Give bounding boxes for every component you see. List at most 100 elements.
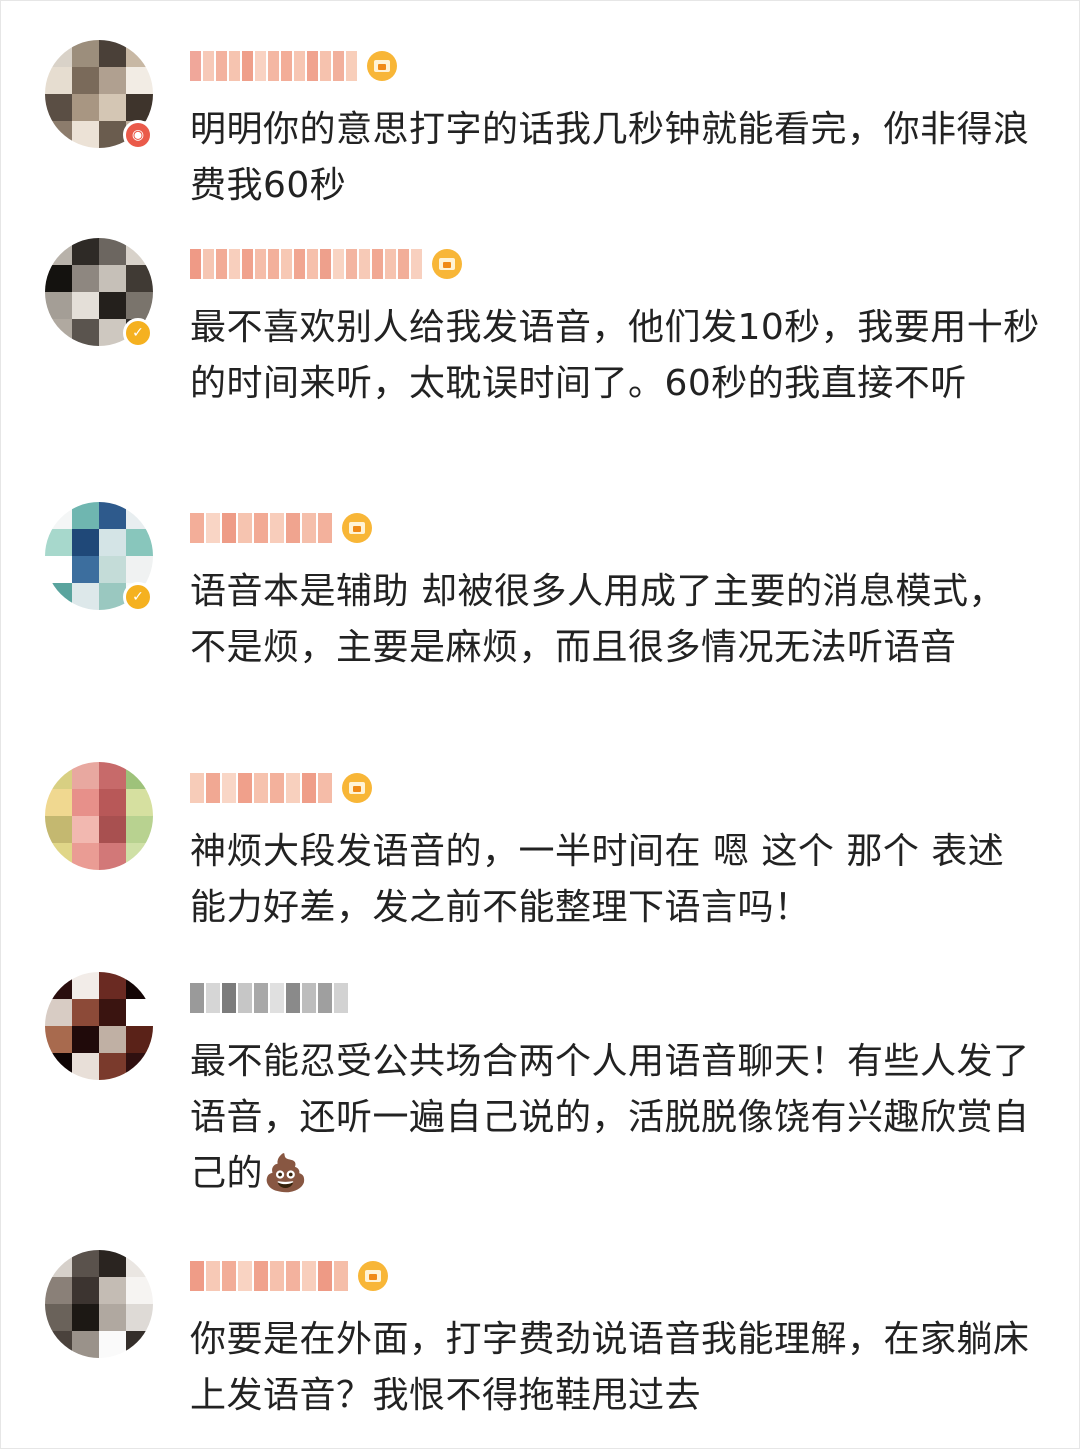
avatar-pixel [72,1026,99,1053]
comment-text: 明明你的意思打字的话我几秒钟就能看完，你非得浪费我60秒 [190,109,1030,206]
username-mosaic-block [270,773,284,803]
pixelated-username [190,50,357,82]
avatar-pixel [126,1277,153,1304]
avatar-pixel [72,1053,99,1080]
avatar-pixel [126,1331,153,1358]
username-mosaic-block [318,983,332,1013]
pixelated-username [190,772,332,804]
username-mosaic-block [203,51,214,81]
username-mosaic-block [190,513,204,543]
username-mosaic-block [190,983,204,1013]
avatar-pixel [45,319,72,346]
avatar-pixel [99,319,126,346]
avatar-pixel [126,816,153,843]
avatar-pixel [45,67,72,94]
username-blurred[interactable] [190,46,397,86]
username-mosaic-block [216,249,227,279]
username-blurred[interactable] [190,768,372,808]
username-mosaic-block [238,983,252,1013]
avatar-pixel [99,265,126,292]
avatar-pixel [126,999,153,1026]
avatar-pixel [99,292,126,319]
username-mosaic-block [307,51,318,81]
avatar-pixel [72,1277,99,1304]
username-mosaic-block [372,249,383,279]
username-blurred[interactable] [190,978,348,1018]
avatar-pixel [99,502,126,529]
member-crown-icon [342,513,372,543]
avatar-pixel [45,843,72,870]
avatar-pixel [99,1026,126,1053]
username-mosaic-block [190,249,201,279]
username-mosaic-block [318,773,332,803]
avatar-pixel [126,529,153,556]
pixelated-username [190,1260,348,1292]
username-mosaic-block [359,249,370,279]
avatar-pixel [72,292,99,319]
avatar-pixel [72,762,99,789]
username-mosaic-block [222,983,236,1013]
avatar-pixel [99,529,126,556]
avatar-pixel [72,556,99,583]
pixelated-username [190,982,348,1014]
avatar-pixel [126,789,153,816]
username-mosaic-block [281,51,292,81]
username-mosaic-block [307,249,318,279]
avatar-pixel [72,1250,99,1277]
username-blurred[interactable] [190,244,462,284]
avatar-pixel [99,843,126,870]
avatar-pixel [72,94,99,121]
username-mosaic-block [238,513,252,543]
avatar-pixel [45,1053,72,1080]
avatar-pixel [99,67,126,94]
avatar-pixel [99,1250,126,1277]
avatar-pixel [72,789,99,816]
avatar-pixel [45,999,72,1026]
avatar-pixel [45,292,72,319]
username-mosaic-block [346,51,357,81]
avatar[interactable] [45,1250,153,1358]
username-mosaic-block [242,51,253,81]
username-mosaic-block [206,513,220,543]
username-mosaic-block [320,249,331,279]
username-mosaic-block [203,249,214,279]
avatar[interactable] [45,972,153,1080]
username-mosaic-block [286,983,300,1013]
avatar-pixel [126,556,153,583]
avatar-pixel [126,94,153,121]
avatar-pixel [99,583,126,610]
avatar-pixel [45,972,72,999]
comment-text: 最不能忍受公共场合两个人用语音聊天！有些人发了语音，还听一遍自己说的，活脱脱像饶… [190,1041,1030,1194]
username-mosaic-block [302,773,316,803]
username-mosaic-block [294,249,305,279]
avatar-pixel [99,94,126,121]
username-blurred[interactable] [190,508,372,548]
username-mosaic-block [302,513,316,543]
avatar-pixel [72,816,99,843]
avatar-pixel [72,67,99,94]
avatar-pixel [45,94,72,121]
username-mosaic-block [333,51,344,81]
avatar-pixel [72,265,99,292]
avatar-pixel [99,1277,126,1304]
avatar-pixel [45,40,72,67]
username-mosaic-block [190,1261,204,1291]
avatar[interactable] [45,762,153,870]
comment-text: 最不喜欢别人给我发语音，他们发10秒，我要用十秒的时间来听，太耽误时间了。60秒… [190,307,1040,404]
screenshot-frame [0,0,1080,1449]
username-mosaic-block [286,773,300,803]
username-mosaic-block [254,1261,268,1291]
avatar-pixel [99,556,126,583]
username-mosaic-block [270,1261,284,1291]
avatar-pixel [45,583,72,610]
avatar-pixel [45,1250,72,1277]
username-blurred[interactable] [190,1256,388,1296]
username-mosaic-block [268,51,279,81]
avatar-pixel [99,762,126,789]
username-mosaic-block [286,513,300,543]
avatar-pixel [126,292,153,319]
username-mosaic-block [333,249,344,279]
avatar-pixel [99,972,126,999]
username-mosaic-block [222,773,236,803]
avatar-pixel [45,816,72,843]
